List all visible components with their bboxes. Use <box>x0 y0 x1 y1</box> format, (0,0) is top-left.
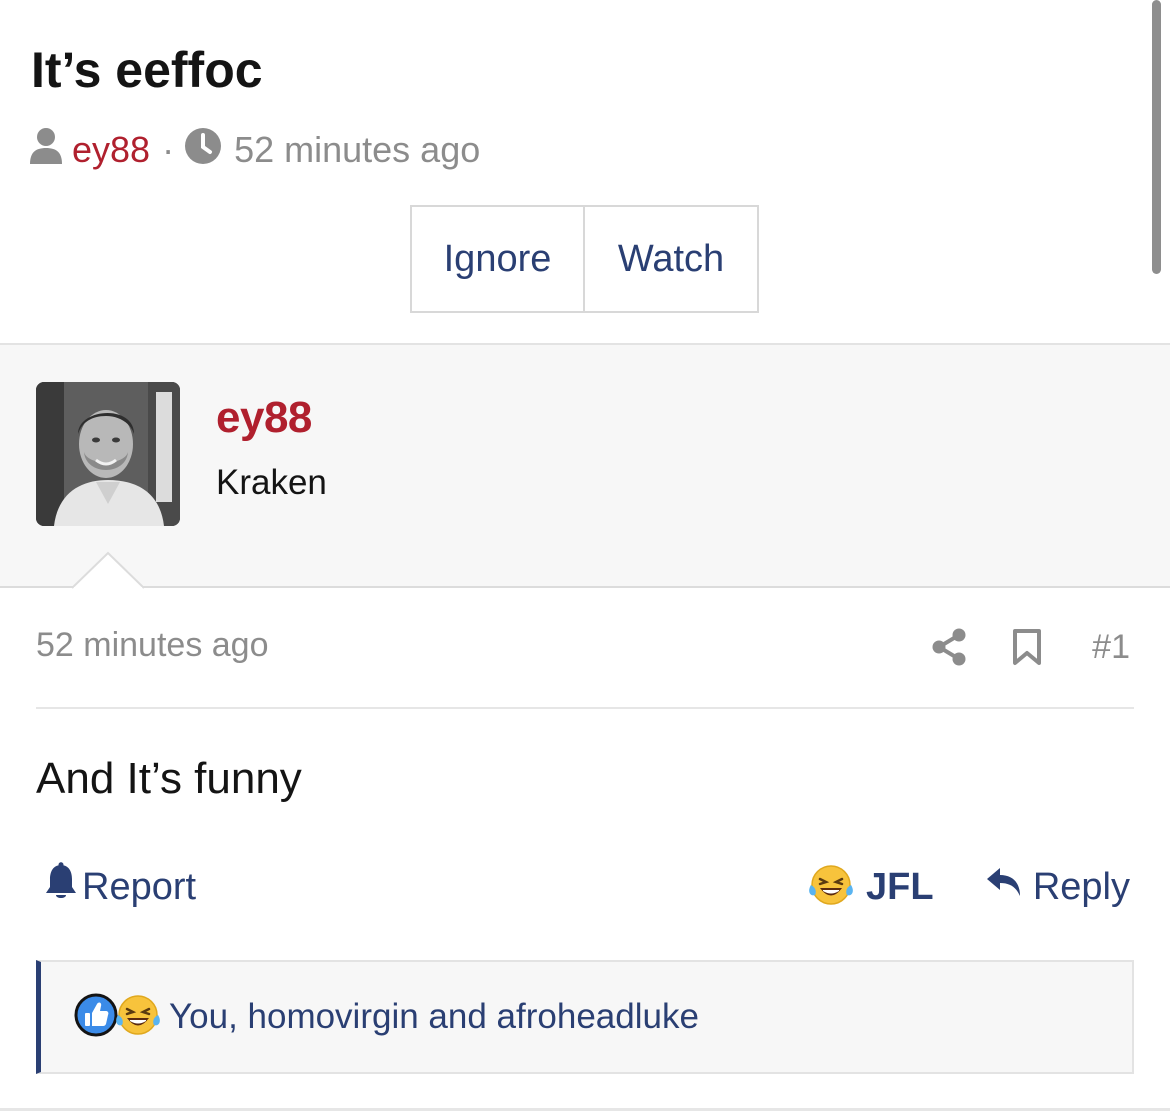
report-label: Report <box>82 865 197 908</box>
bookmark-icon[interactable] <box>1012 628 1042 666</box>
thread-author-link[interactable]: ey88 <box>72 129 150 171</box>
post-body: And It’s funny <box>36 754 302 803</box>
report-button[interactable]: Report <box>44 862 196 912</box>
thread-meta: ey88 · 52 minutes ago <box>28 126 480 175</box>
reaction-label: JFL <box>866 865 934 908</box>
reaction-button[interactable]: JFL <box>808 862 934 912</box>
post-tools: #1 <box>932 623 1130 671</box>
user-block-pointer <box>72 551 144 589</box>
post-username[interactable]: ey88 <box>216 393 312 443</box>
user-icon <box>28 126 64 175</box>
thread-action-buttons: Ignore Watch <box>410 205 759 313</box>
post-divider <box>36 707 1134 709</box>
avatar[interactable] <box>36 382 180 526</box>
reaction-icons[interactable] <box>73 992 161 1043</box>
reactions-summary-link[interactable]: You, homovirgin and afroheadluke <box>169 997 699 1037</box>
reply-label: Reply <box>1032 865 1130 908</box>
ignore-button[interactable]: Ignore <box>412 207 585 311</box>
laughing-crying-emoji-icon <box>115 993 161 1042</box>
thread-title: It’s eeffoc <box>31 42 263 98</box>
share-icon[interactable] <box>932 628 966 666</box>
laughing-crying-emoji-icon <box>808 863 854 912</box>
scrollbar[interactable] <box>1152 0 1161 274</box>
post-number-link[interactable]: #1 <box>1092 628 1130 667</box>
clock-icon <box>184 127 222 174</box>
bell-icon <box>44 862 78 912</box>
thumbs-up-icon <box>73 992 119 1043</box>
reactions-bar: You, homovirgin and afroheadluke <box>36 960 1134 1074</box>
watch-button[interactable]: Watch <box>585 207 757 311</box>
reply-arrow-icon <box>985 865 1023 909</box>
user-title: Kraken <box>216 463 327 502</box>
thread-page: It’s eeffoc ey88 · 52 minutes ago Ignore… <box>0 0 1170 1111</box>
post-user-block: ey88 Kraken <box>0 343 1170 588</box>
reply-button[interactable]: Reply <box>985 862 1130 912</box>
thread-time[interactable]: 52 minutes ago <box>234 129 480 171</box>
meta-separator: · <box>162 129 175 170</box>
post-date[interactable]: 52 minutes ago <box>36 626 269 665</box>
